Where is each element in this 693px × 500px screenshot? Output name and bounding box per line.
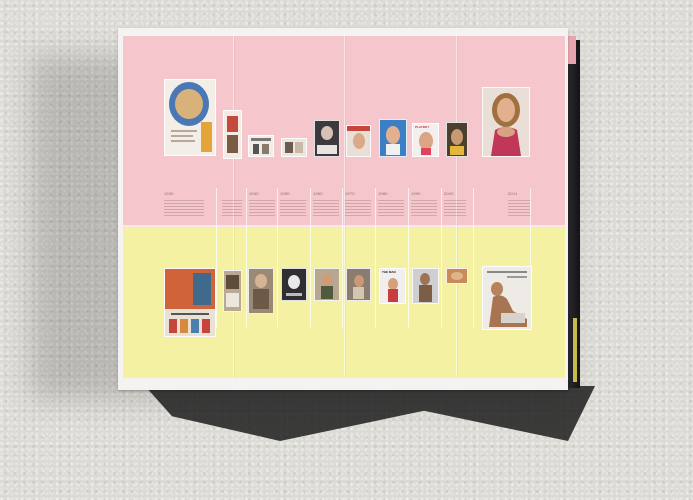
column-line [246,188,247,328]
year-label: 2000 [444,191,454,196]
men-magazine-cover-image: THE MAN [379,268,406,304]
vintage-ad-image [164,268,216,337]
vintage-ad-image [248,135,274,157]
modern-ad-image [482,266,532,330]
column-description [164,200,204,218]
vintage-ad-image [446,268,468,284]
column-description [411,200,437,218]
magazine-cover-image [379,119,407,157]
vintage-ad-image [346,268,371,301]
year-label: 1970 [345,191,355,196]
column-line [342,188,343,328]
column-description [249,200,275,218]
column-description [222,200,242,218]
year-label: 1980 [378,191,388,196]
year-label: 1950 [280,191,290,196]
column-description [313,200,339,218]
vintage-ad-image [248,268,274,314]
column-line [408,188,409,328]
vintage-ad-image [412,268,439,304]
timeline-poster: 1930 1940 1950 1960 1970 1980 1990 2000 … [118,28,568,390]
folded-poster-shadow [145,386,595,441]
column-line [441,188,442,328]
magazine-cover-image [346,125,371,157]
column-description [378,200,404,218]
magazine-cover-image [314,120,340,157]
vintage-ad-image [281,268,307,301]
playboy-cover-image: PLAYBOY [412,123,439,157]
vintage-ad-image [314,268,340,301]
playboy-masthead: PLAYBOY [415,125,430,129]
year-label: 2011 [508,191,518,196]
year-label: 1930 [164,191,174,196]
magazine-cover-image [446,122,468,157]
column-description [508,200,530,218]
column-line [473,188,474,328]
column-line [375,188,376,328]
vintage-ad-image [223,270,242,312]
back-panel-pink-strip [567,36,576,64]
year-label: 1990 [411,191,421,196]
vintage-ad-image [164,79,216,156]
textured-wall: 1930 1940 1950 1960 1970 1980 1990 2000 … [0,0,693,500]
column-line [310,188,311,328]
column-description [444,200,466,218]
year-label: 1960 [313,191,323,196]
column-description [280,200,306,218]
vintage-ad-image [223,110,242,159]
vintage-ad-image [281,138,307,157]
men-magazine-masthead: THE MAN [382,270,396,274]
year-label: 1940 [249,191,259,196]
column-line [277,188,278,328]
magazine-cover-image [482,87,530,157]
column-line [216,188,217,328]
back-panel-yellow-strip [573,318,577,382]
column-description [345,200,371,218]
